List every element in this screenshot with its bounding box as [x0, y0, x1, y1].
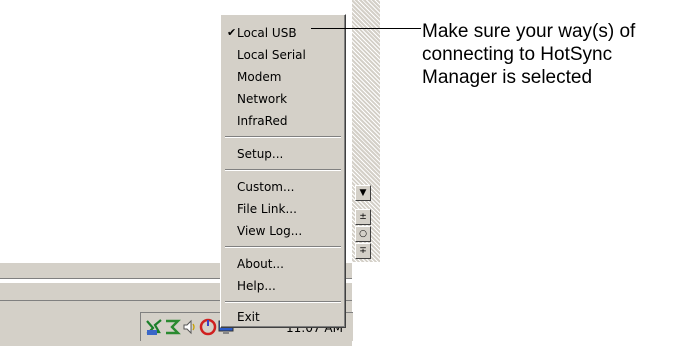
page-up-button[interactable]: ±: [355, 209, 371, 225]
menu-item-file-link[interactable]: File Link...: [225, 198, 341, 220]
volume-icon[interactable]: [181, 318, 199, 336]
menu-item-label: Local USB: [237, 26, 297, 40]
menu-item-label: Custom...: [237, 180, 295, 194]
network-icon[interactable]: [163, 318, 181, 336]
menu-item-label: Help...: [237, 279, 276, 293]
hotsync-context-menu: ✔ Local USB Local Serial Modem Network I…: [220, 14, 346, 328]
menu-item-label: InfraRed: [237, 114, 288, 128]
callout-line-3: Manager is selected: [422, 67, 593, 88]
menu-item-label: Setup...: [237, 147, 284, 161]
menu-item-infrared[interactable]: InfraRed: [225, 110, 341, 132]
menu-item-about[interactable]: About...: [225, 253, 341, 275]
callout-annotation: Make sure your way(s) of connecting to H…: [422, 20, 678, 89]
menu-item-local-usb[interactable]: ✔ Local USB: [225, 22, 341, 44]
menu-item-label: File Link...: [237, 202, 297, 216]
menu-item-label: Local Serial: [237, 48, 306, 62]
menu-item-label: Exit: [237, 310, 260, 324]
menu-item-view-log[interactable]: View Log...: [225, 220, 341, 242]
select-browse-object-button[interactable]: ○: [355, 226, 371, 242]
callout-line-1: Make sure your way(s) of: [422, 21, 636, 42]
menu-item-modem[interactable]: Modem: [225, 66, 341, 88]
scroll-down-button[interactable]: ▼: [355, 185, 371, 201]
menu-item-label: Network: [237, 92, 288, 106]
menu-item-local-serial[interactable]: Local Serial: [225, 44, 341, 66]
menu-separator: [225, 169, 341, 171]
app-icon[interactable]: [199, 318, 217, 336]
menu-separator: [225, 301, 341, 303]
menu-item-setup[interactable]: Setup...: [225, 143, 341, 165]
callout-line-2: connecting to HotSync: [422, 44, 613, 65]
hotsync-icon[interactable]: [145, 318, 163, 336]
scrollbar-buttons: ▼ ± ○ ∓: [355, 185, 371, 260]
menu-separator: [225, 136, 341, 138]
menu-item-exit[interactable]: Exit: [225, 306, 341, 328]
callout-leader-line: [311, 28, 421, 29]
menu-separator: [225, 246, 341, 248]
checkmark-icon: ✔: [227, 26, 237, 39]
menu-item-label: View Log...: [237, 224, 303, 238]
menu-item-label: Modem: [237, 70, 282, 84]
page-down-button[interactable]: ∓: [355, 243, 371, 259]
menu-item-label: About...: [237, 257, 284, 271]
menu-item-help[interactable]: Help...: [225, 275, 341, 297]
menu-item-network[interactable]: Network: [225, 88, 341, 110]
menu-item-custom[interactable]: Custom...: [225, 176, 341, 198]
